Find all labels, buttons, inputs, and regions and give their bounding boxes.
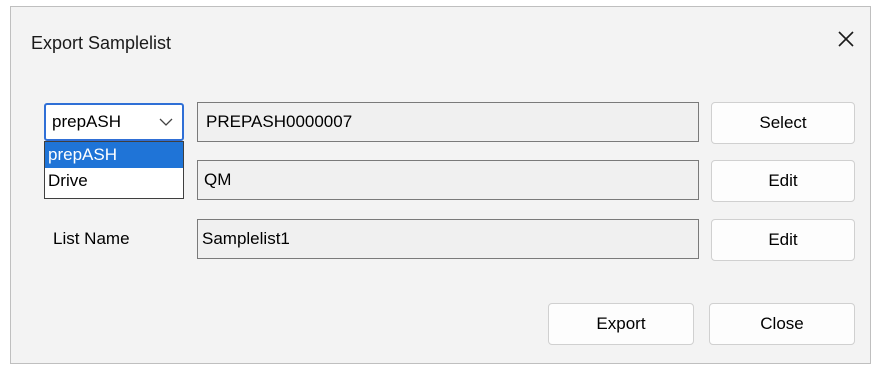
close-button[interactable]	[826, 19, 866, 59]
close-icon	[838, 31, 854, 47]
close-dialog-button-label: Close	[760, 314, 804, 333]
folder-edit-button-label: Edit	[768, 171, 798, 190]
source-combobox[interactable]: prepASH	[44, 103, 184, 141]
export-button-label: Export	[596, 314, 646, 333]
list-name-value: Samplelist1	[202, 229, 290, 248]
chevron-down-icon	[159, 118, 173, 126]
folder-value: QM	[204, 170, 232, 189]
folder-field[interactable]: QM	[197, 160, 699, 200]
list-name-label: List Name	[53, 229, 130, 248]
source-combobox-value: prepASH	[52, 112, 121, 131]
export-samplelist-dialog: Export Samplelist prepASH PREPASH0000007…	[10, 6, 871, 364]
dropdown-option-drive[interactable]: Drive	[45, 168, 183, 194]
export-button[interactable]: Export	[548, 303, 694, 345]
list-name-edit-button[interactable]: Edit	[711, 219, 855, 261]
dropdown-option-label: prepASH	[48, 145, 117, 164]
list-name-edit-button-label: Edit	[768, 230, 798, 249]
list-name-field[interactable]: Samplelist1	[197, 219, 699, 259]
dialog-title: Export Samplelist	[31, 33, 172, 53]
dropdown-option-label: Drive	[48, 171, 88, 190]
select-button[interactable]: Select	[711, 102, 855, 144]
source-dropdown-list: prepASH Drive	[44, 141, 184, 199]
dropdown-option-prepash[interactable]: prepASH	[45, 142, 183, 168]
sample-id-value: PREPASH0000007	[206, 112, 353, 131]
sample-id-field[interactable]: PREPASH0000007	[197, 102, 699, 142]
close-dialog-button[interactable]: Close	[709, 303, 855, 345]
select-button-label: Select	[759, 113, 807, 132]
folder-edit-button[interactable]: Edit	[711, 160, 855, 202]
